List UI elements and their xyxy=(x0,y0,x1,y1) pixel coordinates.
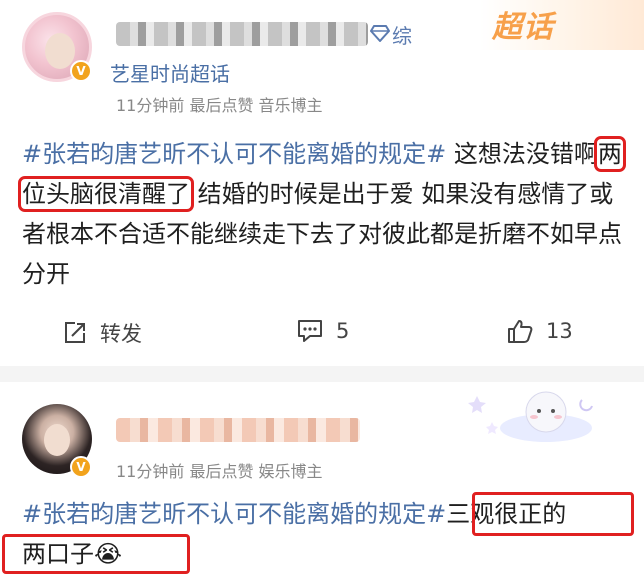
hashtag-link[interactable]: #张若昀唐艺昕不认可不能离婚的规定# xyxy=(22,140,446,168)
repost-label: 转发 xyxy=(100,322,142,346)
highlight-box xyxy=(2,534,190,574)
chaohua-label[interactable]: 超话 xyxy=(492,2,554,46)
topic-link[interactable]: 艺星时尚超话 xyxy=(110,58,230,87)
post-meta: 11分钟前 最后点赞 娱乐博主 xyxy=(116,462,323,481)
action-bar: 转发 5 13 xyxy=(0,310,644,358)
zong-badge: 综 xyxy=(392,24,412,48)
avatar-face xyxy=(45,33,75,69)
cloud-sticker-icon xyxy=(468,391,593,442)
avatar-face xyxy=(44,424,70,456)
verified-badge-icon: V xyxy=(70,60,92,82)
diamond-icon xyxy=(370,25,390,42)
repost-icon xyxy=(65,322,85,343)
hashtag-link[interactable]: #张若昀唐艺昕不认可不能离婚的规定# xyxy=(22,500,446,528)
comment-icon xyxy=(298,320,322,342)
post-meta: 11分钟前 最后点赞 音乐博主 xyxy=(116,96,323,115)
weibo-post-1: V 综 超话 艺星时尚超话 11分钟前 最后点赞 音乐博主 #张若昀唐艺昕不认可… xyxy=(0,0,644,366)
highlight-box xyxy=(472,492,634,536)
like-icon xyxy=(508,320,533,343)
comment-count: 5 xyxy=(336,319,350,343)
username-blurred[interactable] xyxy=(116,418,360,442)
post-separator xyxy=(0,366,644,382)
like-count: 13 xyxy=(546,319,573,343)
username-blurred[interactable] xyxy=(116,22,368,46)
comment-button[interactable]: 5 xyxy=(296,318,349,344)
repost-button[interactable]: 转发 xyxy=(62,318,142,348)
post-content: #张若昀唐艺昕不认可不能离婚的规定# 这想法没错啊两位头脑很清醒了 结婚的时候是… xyxy=(18,134,632,294)
verified-badge-icon: V xyxy=(70,456,92,478)
content-text: 这想法没错啊 xyxy=(446,140,598,168)
like-button[interactable]: 13 xyxy=(506,318,573,344)
